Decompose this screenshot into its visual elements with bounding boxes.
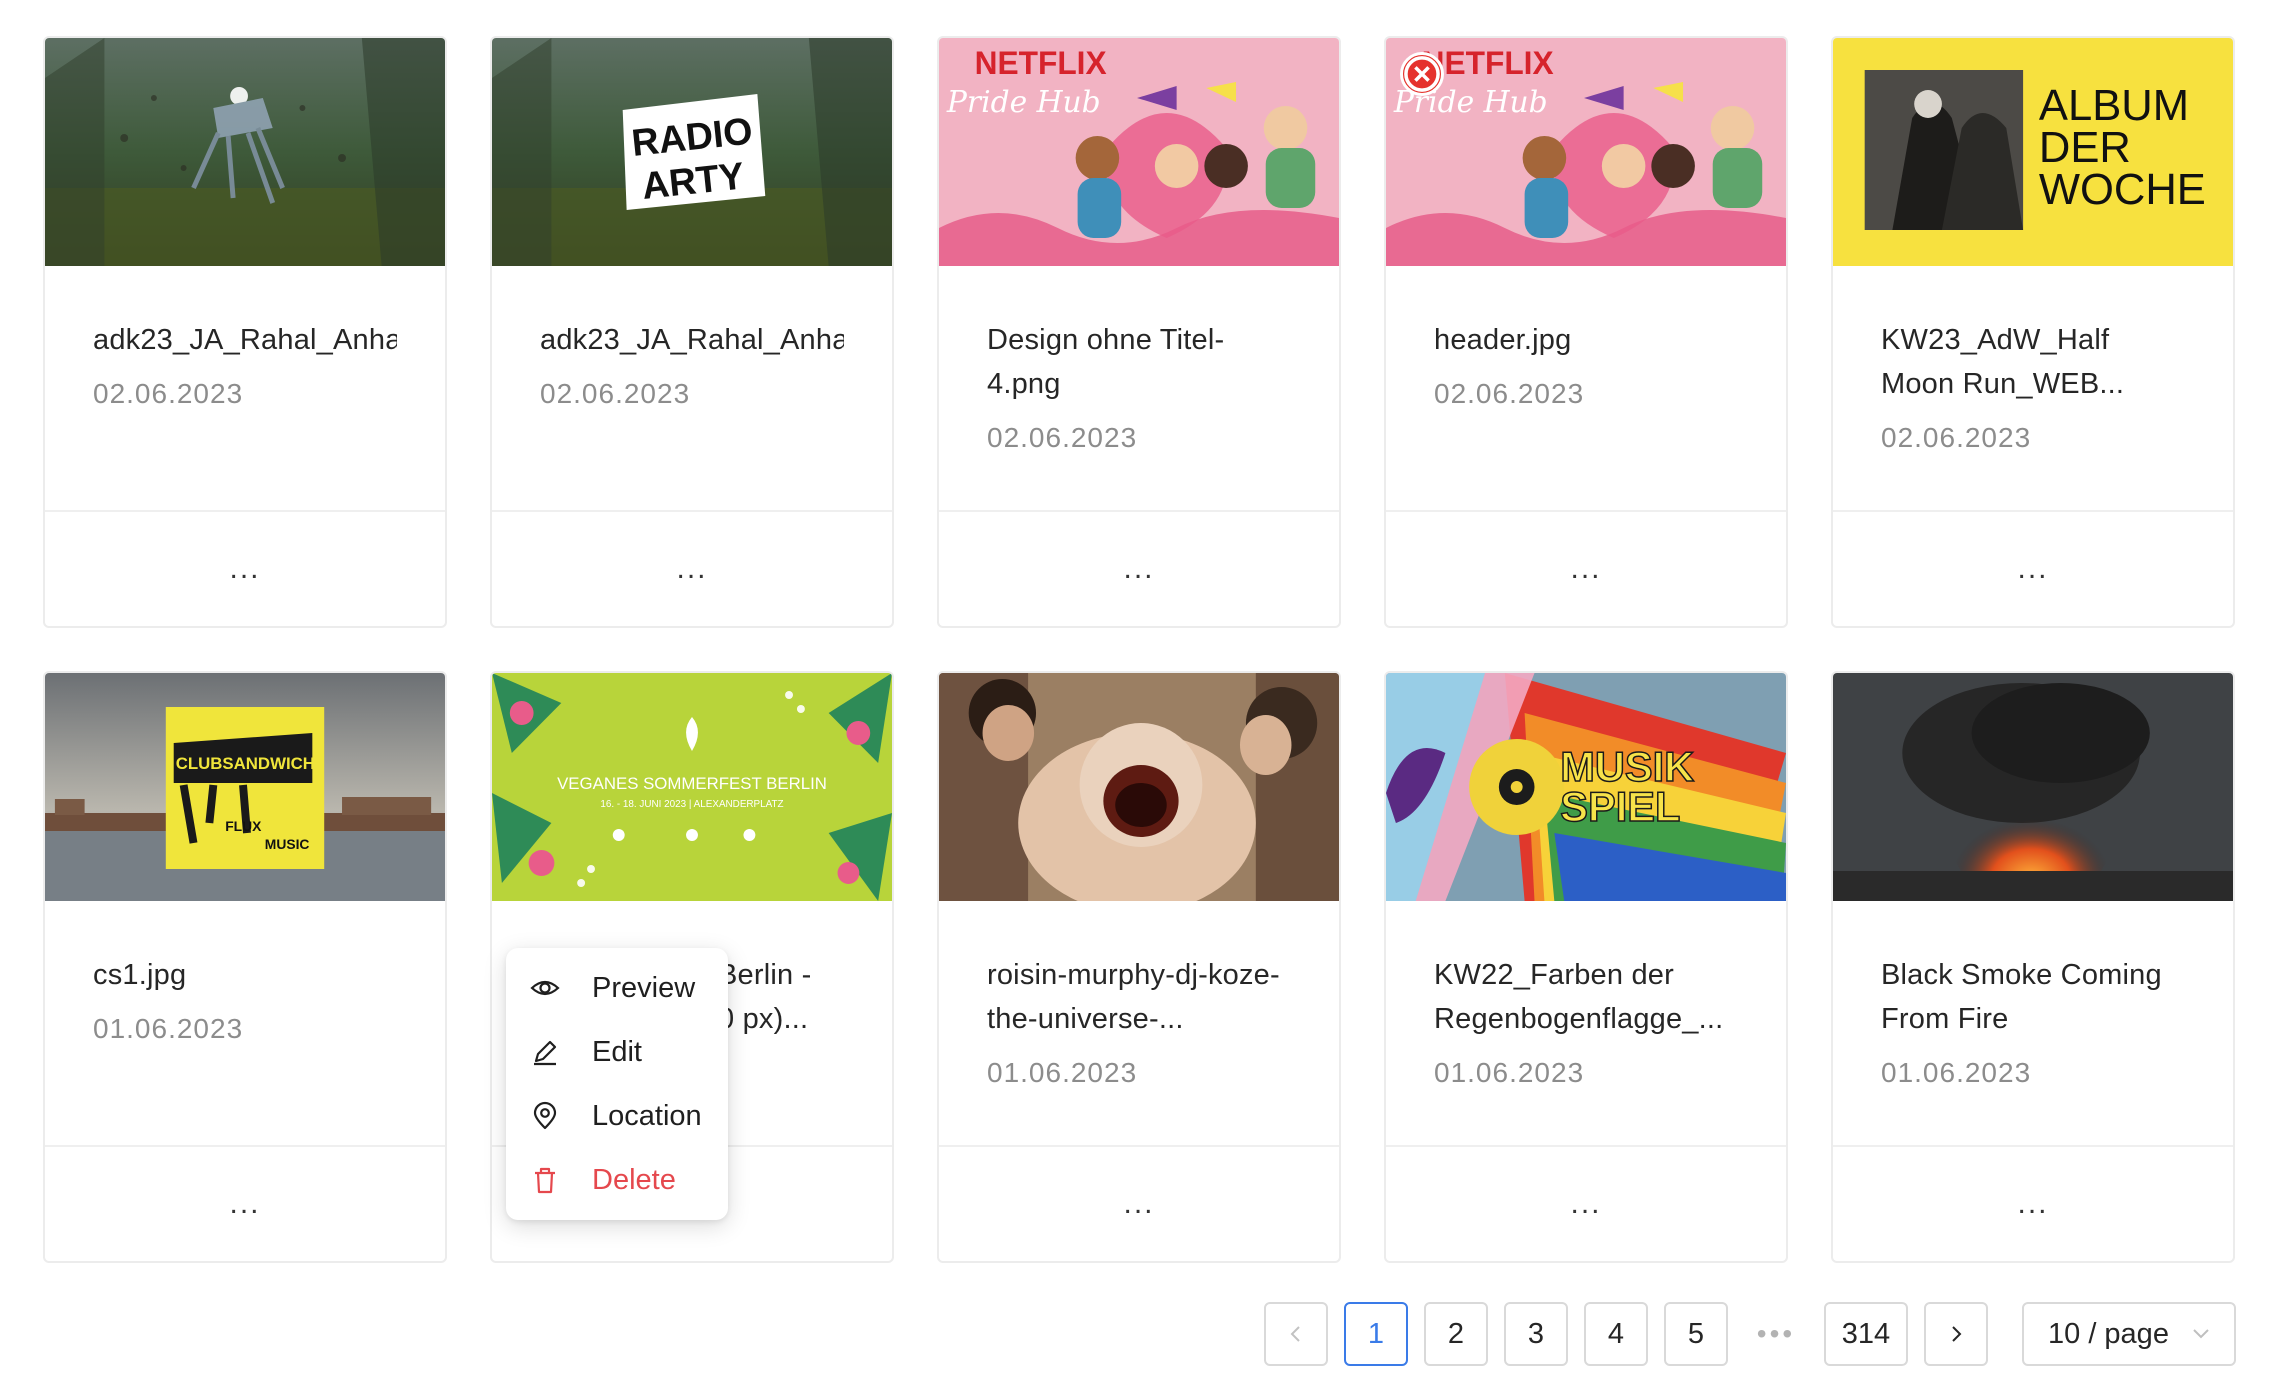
file-name: adk23_JA_Rahal_Anhang bbox=[93, 324, 397, 356]
trash-icon bbox=[535, 1167, 555, 1194]
next-page-button[interactable] bbox=[1924, 1302, 1988, 1366]
media-card[interactable]: roisin-murphy-dj-koze-the-universe-... 0… bbox=[937, 671, 1341, 1263]
media-card[interactable]: NETFLIX Pride Hub Design ohne Titel-4.pn… bbox=[937, 36, 1341, 628]
file-date: 01.06.2023 bbox=[987, 1057, 1138, 1088]
media-grid: adk23_JA_Rahal_Anhang 02.06.2023 ... RAD… bbox=[43, 36, 2235, 1263]
file-name: header.jpg bbox=[1434, 324, 1572, 356]
card-info: cs1.jpg 01.06.2023 bbox=[45, 901, 445, 1147]
chevron-down-icon bbox=[2193, 1329, 2209, 1339]
menu-item-label: Edit bbox=[592, 1035, 642, 1068]
thumb-text-clubsandwich: CLUBSANDWICH bbox=[176, 754, 315, 773]
thumb-text-spiel: SPIEL bbox=[1560, 783, 1680, 830]
thumbnail-clubsandwich[interactable]: CLUBSANDWICH FLUX MUSIC bbox=[45, 673, 445, 901]
more-actions-button[interactable]: ... bbox=[1386, 1145, 1786, 1261]
file-name: KW22_Farben der Regenbogenflagge_... bbox=[1434, 959, 1724, 1035]
media-card[interactable]: adk23_JA_Rahal_Anhang 02.06.2023 ... bbox=[43, 36, 447, 628]
more-actions-button[interactable]: ... bbox=[45, 510, 445, 626]
more-actions-button[interactable]: ... bbox=[45, 1145, 445, 1261]
card-info: Black Smoke Coming From Fire 01.06.2023 bbox=[1833, 901, 2233, 1147]
thumb-text-netflix: NETFLIX bbox=[975, 45, 1107, 81]
chevron-right-icon bbox=[1952, 1326, 1962, 1342]
card-info: adk23_JA_Rahal_Anhang 02.06.2023 bbox=[492, 266, 892, 512]
more-actions-button[interactable]: ... bbox=[492, 510, 892, 626]
thumbnail-musikspiel-flag[interactable]: MUSIK SPIEL bbox=[1386, 673, 1786, 901]
menu-item-label: Delete bbox=[592, 1163, 676, 1196]
media-card[interactable]: ALBUM DER WOCHE KW23_AdW_Half Moon Run_W… bbox=[1831, 36, 2235, 628]
more-actions-button[interactable]: ... bbox=[1833, 510, 2233, 626]
media-card[interactable]: CLUBSANDWICH FLUX MUSIC cs1.jpg 01.06.20… bbox=[43, 671, 447, 1263]
media-card[interactable]: RADIO ARTY adk23_JA_Rahal_Anhang 02.06.2… bbox=[490, 36, 894, 628]
thumbnail-black-smoke-fire[interactable] bbox=[1833, 673, 2233, 901]
card-info: KW23_AdW_Half Moon Run_WEB... 02.06.2023 bbox=[1833, 266, 2233, 512]
card-info: adk23_JA_Rahal_Anhang 02.06.2023 bbox=[45, 266, 445, 512]
menu-item-location[interactable]: Location bbox=[506, 1084, 728, 1148]
page-button-5[interactable]: 5 bbox=[1664, 1302, 1728, 1366]
file-name: Black Smoke Coming From Fire bbox=[1881, 959, 2162, 1035]
file-name: roisin-murphy-dj-koze-the-universe-... bbox=[987, 959, 1280, 1035]
file-date: 02.06.2023 bbox=[1881, 422, 2032, 453]
card-info: Design ohne Titel-4.png 02.06.2023 bbox=[939, 266, 1339, 512]
menu-item-label: Preview bbox=[592, 971, 696, 1004]
media-card[interactable]: MUSIK SPIEL KW22_Farben der Regenbogenfl… bbox=[1384, 671, 1788, 1263]
file-name: cs1.jpg bbox=[93, 959, 187, 991]
thumbnail-netflix-pride[interactable]: NETFLIX Pride Hub bbox=[939, 38, 1339, 266]
thumb-text-pride-hub: Pride Hub bbox=[946, 85, 1101, 120]
more-actions-button[interactable]: ... bbox=[939, 1145, 1339, 1261]
remove-selection-icon[interactable] bbox=[1400, 52, 1444, 96]
card-info: KW22_Farben der Regenbogenflagge_... 01.… bbox=[1386, 901, 1786, 1147]
thumbnail-album-der-woche[interactable]: ALBUM DER WOCHE bbox=[1833, 38, 2233, 266]
thumb-text-woche: WOCHE bbox=[2039, 165, 2206, 214]
thumb-text-flux: FLUX bbox=[225, 818, 262, 834]
menu-item-preview[interactable]: Preview bbox=[506, 956, 728, 1020]
file-name-fragment: Berlin - 0 px)... bbox=[718, 959, 812, 1035]
file-name: KW23_AdW_Half Moon Run_WEB... bbox=[1881, 324, 2125, 400]
file-name: Design ohne Titel-4.png bbox=[987, 324, 1225, 400]
page-button-1[interactable]: 1 bbox=[1344, 1302, 1408, 1366]
file-date: 01.06.2023 bbox=[93, 1013, 244, 1044]
card-info: roisin-murphy-dj-koze-the-universe-... 0… bbox=[939, 901, 1339, 1147]
page-button-3[interactable]: 3 bbox=[1504, 1302, 1568, 1366]
thumbnail-robot-forest[interactable] bbox=[45, 38, 445, 266]
media-card[interactable]: Black Smoke Coming From Fire 01.06.2023 … bbox=[1831, 671, 2235, 1263]
thumb-text-music: MUSIC bbox=[265, 836, 310, 852]
page-ellipsis[interactable]: ••• bbox=[1744, 1318, 1808, 1350]
pagination: 1 2 3 4 5 ••• 314 10 / page bbox=[1264, 1302, 2236, 1366]
file-date: 02.06.2023 bbox=[93, 378, 244, 409]
page-button-2[interactable]: 2 bbox=[1424, 1302, 1488, 1366]
page-size-value: 10 / page bbox=[2048, 1317, 2169, 1350]
eye-icon bbox=[530, 980, 560, 996]
page-button-4[interactable]: 4 bbox=[1584, 1302, 1648, 1366]
prev-page-button[interactable] bbox=[1264, 1302, 1328, 1366]
file-date: 02.06.2023 bbox=[987, 422, 1138, 453]
thumb-text-title: VEGANES SOMMERFEST BERLIN bbox=[557, 774, 827, 793]
thumb-text-dates: 16. - 18. JUNI 2023 | ALEXANDERPLATZ bbox=[600, 799, 783, 810]
menu-item-edit[interactable]: Edit bbox=[506, 1020, 728, 1084]
menu-item-delete[interactable]: Delete bbox=[506, 1148, 728, 1212]
card-context-menu: Preview Edit Location Delete bbox=[506, 948, 728, 1220]
more-actions-button[interactable]: ... bbox=[939, 510, 1339, 626]
pencil-icon bbox=[534, 1040, 557, 1066]
more-actions-button[interactable]: ... bbox=[1833, 1145, 2233, 1261]
thumbnail-veganes-sommerfest[interactable]: VEGANES SOMMERFEST BERLIN 16. - 18. JUNI… bbox=[492, 673, 892, 901]
menu-item-label: Location bbox=[592, 1099, 702, 1132]
page-size-select[interactable]: 10 / page bbox=[2022, 1302, 2236, 1366]
file-date: 01.06.2023 bbox=[1881, 1057, 2032, 1088]
more-actions-button[interactable]: ... bbox=[1386, 510, 1786, 626]
media-card[interactable]: NETFLIX Pride Hub header.jpg 02.06.2023 … bbox=[1384, 36, 1788, 628]
map-pin-icon bbox=[533, 1101, 557, 1130]
file-date: 01.06.2023 bbox=[1434, 1057, 1585, 1088]
thumbnail-radio-arty[interactable]: RADIO ARTY bbox=[492, 38, 892, 266]
file-date: 02.06.2023 bbox=[1434, 378, 1585, 409]
card-info: header.jpg 02.06.2023 bbox=[1386, 266, 1786, 512]
page-button-last[interactable]: 314 bbox=[1824, 1302, 1908, 1366]
file-name: adk23_JA_Rahal_Anhang bbox=[540, 324, 844, 356]
thumbnail-netflix-pride[interactable]: NETFLIX Pride Hub bbox=[1386, 38, 1786, 266]
chevron-left-icon bbox=[1290, 1326, 1300, 1342]
file-date: 02.06.2023 bbox=[540, 378, 691, 409]
thumbnail-roisin-murphy[interactable] bbox=[939, 673, 1339, 901]
